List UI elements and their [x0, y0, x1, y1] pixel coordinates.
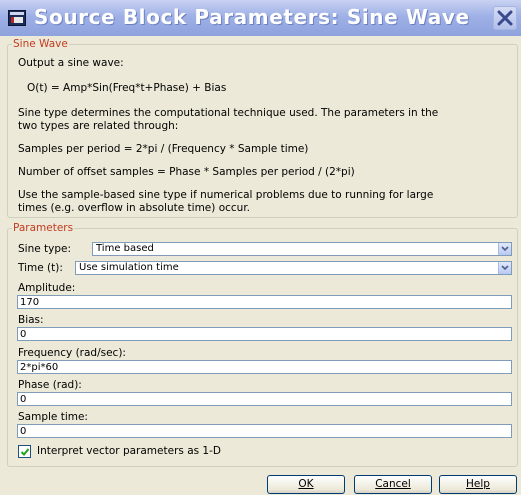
- description-line: Samples per period = 2*pi / (Frequency *…: [18, 143, 309, 155]
- checkmark-icon: [20, 448, 30, 456]
- bias-input[interactable]: [17, 327, 512, 341]
- frequency-input[interactable]: [17, 360, 512, 374]
- description-line: Use the sample-based sine type if numeri…: [18, 189, 434, 201]
- phase-label: Phase (rad):: [18, 379, 82, 391]
- chevron-down-icon: [501, 246, 509, 252]
- sine-type-label: Sine type:: [18, 243, 72, 255]
- sine-wave-legend: Sine Wave: [13, 38, 68, 50]
- description-formula: O(t) = Amp*Sin(Freq*t+Phase) + Bias: [27, 82, 227, 94]
- close-button[interactable]: [493, 6, 517, 30]
- description-line: Sine type determines the computational t…: [18, 107, 439, 119]
- help-button-label: Help: [466, 478, 490, 490]
- amplitude-label: Amplitude:: [18, 282, 76, 294]
- description-line: Output a sine wave:: [18, 57, 124, 69]
- close-icon: [497, 10, 513, 26]
- frequency-label: Frequency (rad/sec):: [18, 347, 126, 359]
- sample-time-input[interactable]: [17, 424, 512, 438]
- sine-type-select[interactable]: Time based: [92, 242, 512, 256]
- title-bar[interactable]: Source Block Parameters: Sine Wave: [0, 0, 521, 36]
- window-title: Source Block Parameters: Sine Wave: [34, 5, 470, 29]
- chevron-down-icon: [501, 265, 509, 271]
- time-select[interactable]: Use simulation time: [75, 261, 512, 275]
- time-dropdown-button[interactable]: [498, 262, 511, 274]
- interpret-vector-checkbox[interactable]: [18, 445, 31, 458]
- amplitude-input[interactable]: [17, 295, 512, 309]
- help-button[interactable]: Help: [439, 475, 517, 494]
- ok-button-label: OK: [298, 478, 314, 490]
- phase-input[interactable]: [17, 392, 512, 406]
- dialog-window: Source Block Parameters: Sine Wave Sine …: [0, 0, 521, 495]
- description-line: times (e.g. overflow in absolute time) o…: [18, 202, 251, 214]
- description-line: Number of offset samples = Phase * Sampl…: [18, 166, 355, 178]
- bias-label: Bias:: [18, 314, 44, 326]
- simulink-block-icon: [8, 10, 26, 26]
- ok-button[interactable]: OK: [267, 475, 345, 494]
- sine-type-dropdown-button[interactable]: [498, 243, 511, 255]
- time-label: Time (t):: [18, 262, 63, 274]
- cancel-button-label: Cancel: [375, 478, 411, 490]
- time-value: Use simulation time: [79, 262, 179, 273]
- description-line: two types are related through:: [18, 120, 179, 132]
- cancel-button[interactable]: Cancel: [354, 475, 432, 494]
- sample-time-label: Sample time:: [18, 411, 88, 423]
- parameters-legend: Parameters: [13, 222, 74, 234]
- sine-type-value: Time based: [96, 243, 154, 254]
- interpret-vector-label: Interpret vector parameters as 1-D: [37, 445, 221, 457]
